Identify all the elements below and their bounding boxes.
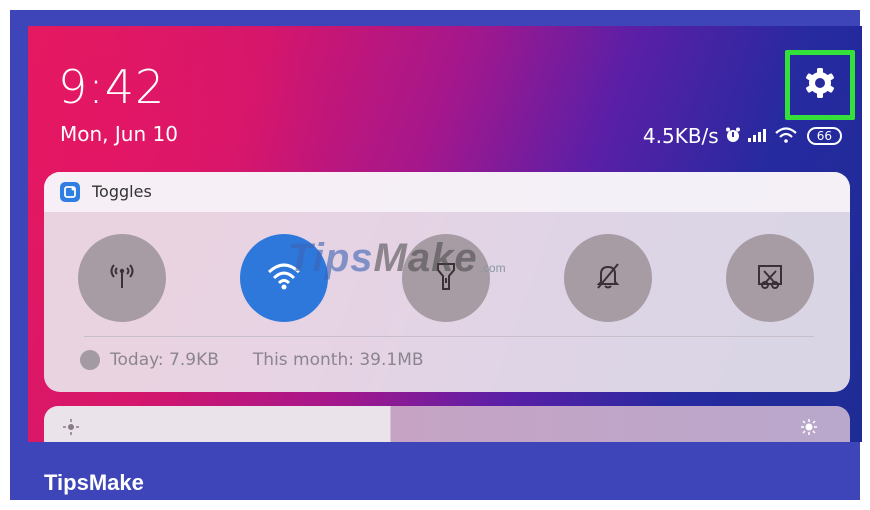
- toggles-panel: Toggles Today: 7.9KB This month: 39.1MB: [44, 172, 850, 392]
- screenshot-toggle[interactable]: [726, 234, 814, 322]
- silent-bell-icon: [593, 261, 623, 296]
- wifi-icon: [266, 261, 302, 296]
- data-usage: Today: 7.9KB This month: 39.1MB: [80, 350, 424, 370]
- flashlight-toggle[interactable]: [402, 234, 490, 322]
- usage-today: Today: 7.9KB: [110, 350, 219, 370]
- settings-button[interactable]: [785, 50, 855, 120]
- signal-icon: [747, 124, 769, 148]
- flashlight-icon: [433, 260, 459, 297]
- wifi-icon: [774, 124, 797, 148]
- hotspot-icon: [105, 261, 139, 296]
- notification-shade: 9:42 Mon, Jun 10 4.5KB/s 66 Toggles Toda…: [28, 26, 862, 442]
- clock-date: Mon, Jun 10: [60, 122, 178, 146]
- brightness-low-icon: [62, 418, 80, 441]
- brightness-slider[interactable]: [44, 406, 850, 442]
- status-bar: 4.5KB/s 66: [643, 124, 842, 148]
- app-icon: [60, 182, 80, 202]
- usage-month: This month: 39.1MB: [252, 350, 424, 370]
- wifi-toggle[interactable]: [240, 234, 328, 322]
- battery-icon: 66: [806, 127, 842, 145]
- hotspot-toggle[interactable]: [78, 234, 166, 322]
- silent-toggle[interactable]: [564, 234, 652, 322]
- panel-divider: [84, 336, 814, 337]
- brightness-high-icon: [800, 418, 818, 441]
- panel-title: Toggles: [92, 182, 152, 201]
- brand-logo: TipsMake: [44, 470, 144, 495]
- network-speed: 4.5KB/s: [642, 124, 719, 148]
- data-usage-icon: [80, 350, 100, 370]
- alarm-icon: [725, 124, 741, 148]
- clock-time: 9:42: [58, 60, 166, 114]
- gear-icon: [802, 65, 838, 106]
- screenshot-icon: [755, 261, 785, 296]
- panel-header: Toggles: [44, 172, 850, 212]
